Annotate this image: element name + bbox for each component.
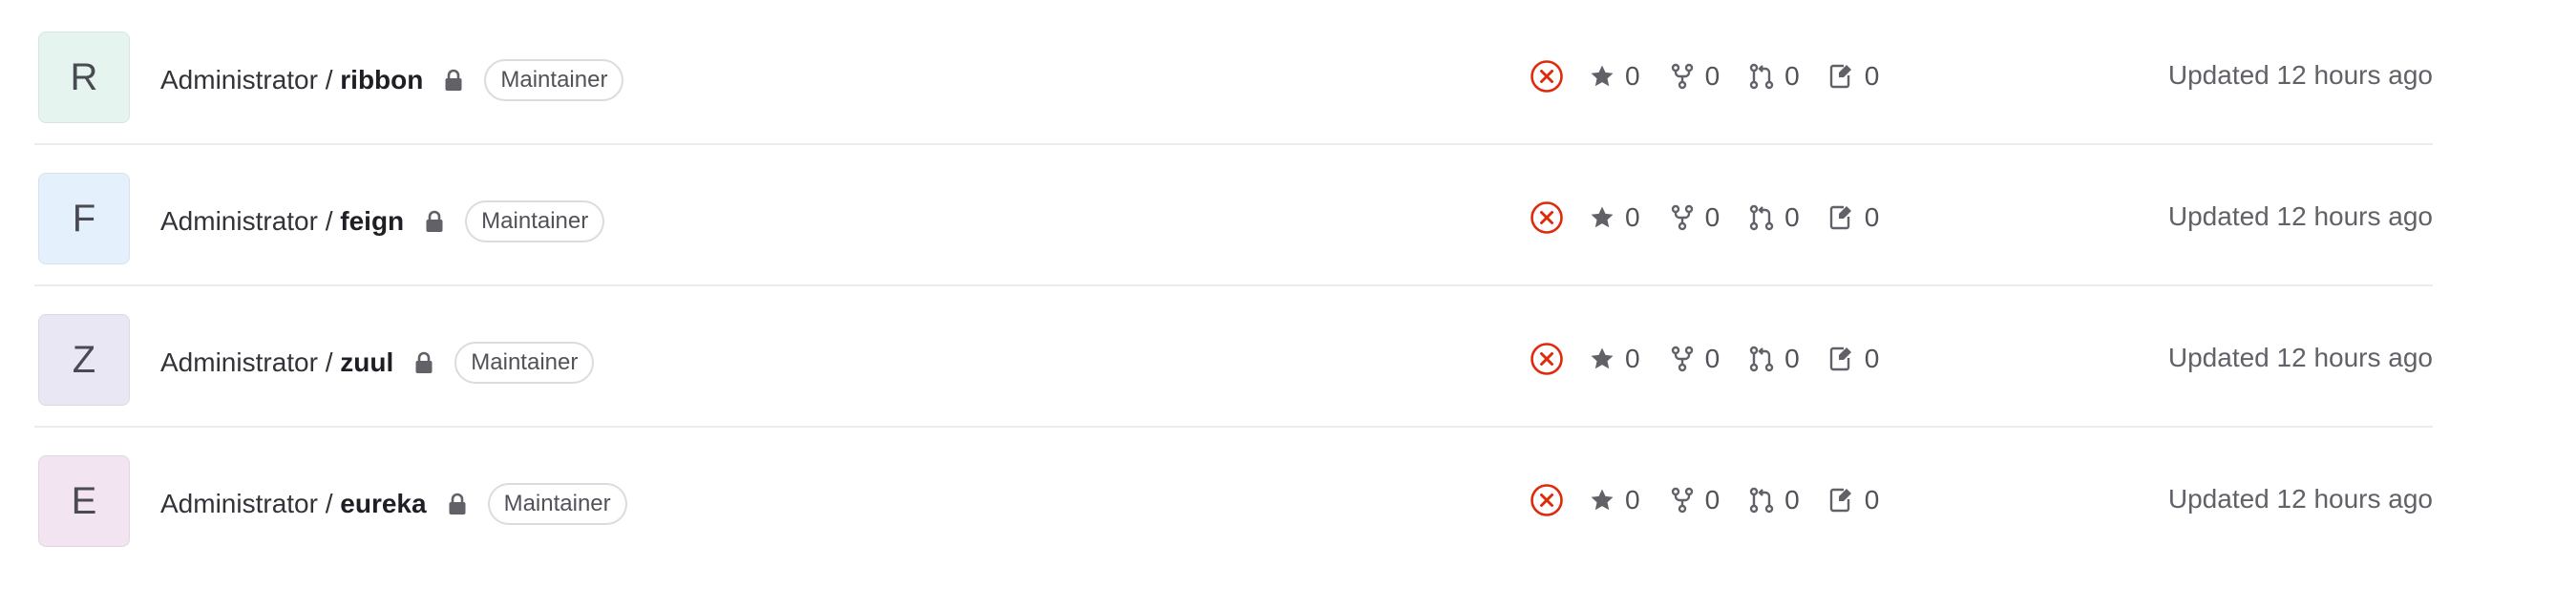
lock-icon xyxy=(448,491,467,514)
project-stats: 0 0 0 0 xyxy=(1530,482,1908,518)
fork-icon xyxy=(1671,204,1693,231)
updated-timestamp: Updated 12 hours ago xyxy=(2167,343,2433,372)
project-stats: 0 0 0 0 xyxy=(1530,200,1908,236)
lock-icon xyxy=(425,208,444,232)
status-failed-icon[interactable] xyxy=(1530,342,1564,376)
forks-value: 0 xyxy=(1704,344,1721,373)
project-name: feign xyxy=(340,206,405,236)
stars-count[interactable]: 0 xyxy=(1589,485,1640,515)
stars-value: 0 xyxy=(1625,61,1640,91)
project-avatar[interactable]: F xyxy=(38,173,130,264)
project-link[interactable]: Administrator / zuul xyxy=(160,346,393,379)
project-link[interactable]: Administrator / feign xyxy=(160,205,404,238)
project-stats: 0 0 0 0 xyxy=(1530,341,1908,377)
status-failed-icon[interactable] xyxy=(1530,200,1564,235)
star-icon xyxy=(1591,489,1614,511)
project-name: eureka xyxy=(340,489,427,518)
project-title: Administrator / eureka Maintainer xyxy=(160,483,627,525)
forks-value: 0 xyxy=(1704,485,1721,514)
updated-timestamp: Updated 12 hours ago xyxy=(2167,60,2433,90)
role-badge: Maintainer xyxy=(465,200,605,242)
issues-count[interactable]: 0 xyxy=(1828,61,1880,92)
project-title: Administrator / zuul Maintainer xyxy=(160,342,595,384)
project-stats: 0 0 0 0 xyxy=(1530,58,1908,94)
issues-value: 0 xyxy=(1864,485,1880,514)
issues-icon xyxy=(1829,488,1851,513)
project-list: R Administrator / ribbon Maintainer 0 0 xyxy=(0,0,2576,609)
issues-count[interactable]: 0 xyxy=(1828,485,1880,515)
merge-request-icon xyxy=(1749,487,1774,514)
project-avatar[interactable]: R xyxy=(38,32,130,123)
issues-value: 0 xyxy=(1864,202,1880,232)
project-row: R Administrator / ribbon Maintainer 0 0 xyxy=(34,4,2433,145)
merge-requests-value: 0 xyxy=(1784,202,1800,232)
forks-count[interactable]: 0 xyxy=(1669,61,1721,92)
status-failed-icon[interactable] xyxy=(1530,483,1564,517)
issues-value: 0 xyxy=(1864,344,1880,373)
project-row: F Administrator / feign Maintainer 0 0 0… xyxy=(34,145,2433,286)
stars-value: 0 xyxy=(1625,344,1640,373)
project-namespace: Administrator / xyxy=(160,206,341,236)
fork-icon xyxy=(1671,63,1693,90)
status-failed-icon[interactable] xyxy=(1530,59,1564,94)
merge-request-icon xyxy=(1749,204,1774,231)
stars-count[interactable]: 0 xyxy=(1589,61,1640,92)
role-badge: Maintainer xyxy=(454,342,595,384)
issues-icon xyxy=(1829,64,1851,89)
issues-value: 0 xyxy=(1864,61,1880,91)
stars-count[interactable]: 0 xyxy=(1589,344,1640,374)
forks-count[interactable]: 0 xyxy=(1669,485,1721,515)
merge-requests-value: 0 xyxy=(1784,61,1800,91)
project-namespace: Administrator / xyxy=(160,489,341,518)
forks-count[interactable]: 0 xyxy=(1669,344,1721,374)
project-title: Administrator / feign Maintainer xyxy=(160,200,605,242)
merge-requests-count[interactable]: 0 xyxy=(1748,61,1800,92)
issues-icon xyxy=(1829,346,1851,371)
project-link[interactable]: Administrator / eureka xyxy=(160,488,427,520)
fork-icon xyxy=(1671,346,1693,372)
merge-request-icon xyxy=(1749,63,1774,90)
forks-value: 0 xyxy=(1704,61,1721,91)
project-avatar[interactable]: Z xyxy=(38,314,130,406)
project-namespace: Administrator / xyxy=(160,347,341,377)
merge-requests-count[interactable]: 0 xyxy=(1748,202,1800,233)
merge-request-icon xyxy=(1749,346,1774,372)
project-link[interactable]: Administrator / ribbon xyxy=(160,64,423,96)
project-namespace: Administrator / xyxy=(160,65,341,94)
lock-icon xyxy=(444,67,463,91)
star-icon xyxy=(1591,65,1614,87)
fork-icon xyxy=(1671,487,1693,514)
merge-requests-count[interactable]: 0 xyxy=(1748,344,1800,374)
merge-requests-value: 0 xyxy=(1784,485,1800,514)
project-row: E Administrator / eureka Maintainer 0 0 xyxy=(34,428,2433,569)
project-avatar[interactable]: E xyxy=(38,455,130,547)
forks-value: 0 xyxy=(1704,202,1721,232)
lock-icon xyxy=(414,349,433,373)
project-title: Administrator / ribbon Maintainer xyxy=(160,59,624,101)
stars-count[interactable]: 0 xyxy=(1589,202,1640,233)
star-icon xyxy=(1591,347,1614,369)
role-badge: Maintainer xyxy=(484,59,624,101)
star-icon xyxy=(1591,206,1614,228)
project-name: ribbon xyxy=(340,65,424,94)
stars-value: 0 xyxy=(1625,485,1640,514)
merge-requests-value: 0 xyxy=(1784,344,1800,373)
forks-count[interactable]: 0 xyxy=(1669,202,1721,233)
issues-count[interactable]: 0 xyxy=(1828,344,1880,374)
project-row: Z Administrator / zuul Maintainer 0 0 0 … xyxy=(34,286,2433,428)
project-name: zuul xyxy=(340,347,394,377)
role-badge: Maintainer xyxy=(487,483,627,525)
issues-count[interactable]: 0 xyxy=(1828,202,1880,233)
updated-timestamp: Updated 12 hours ago xyxy=(2167,201,2433,231)
stars-value: 0 xyxy=(1625,202,1640,232)
updated-timestamp: Updated 12 hours ago xyxy=(2167,484,2433,514)
merge-requests-count[interactable]: 0 xyxy=(1748,485,1800,515)
issues-icon xyxy=(1829,205,1851,230)
